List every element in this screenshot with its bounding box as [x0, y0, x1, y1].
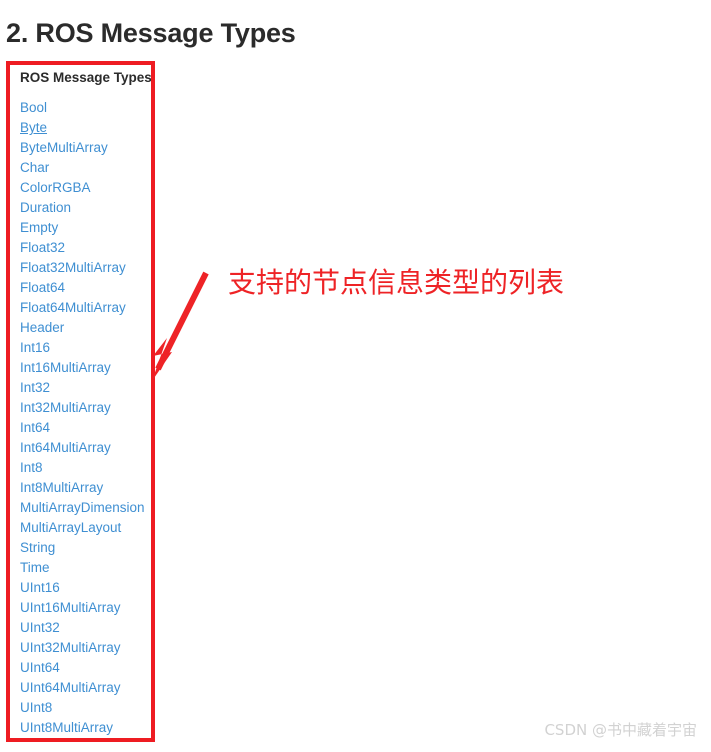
msg-type-link-empty[interactable]: Empty: [20, 220, 58, 235]
list-item: Int16: [20, 338, 151, 358]
msg-type-link-uint64[interactable]: UInt64: [20, 660, 60, 675]
msg-type-link-uint64multiarray[interactable]: UInt64MultiArray: [20, 680, 121, 695]
list-item: UInt16: [20, 578, 151, 598]
msg-type-link-multiarraydimension[interactable]: MultiArrayDimension: [20, 500, 145, 515]
list-item: UInt32: [20, 618, 151, 638]
list-item: Header: [20, 318, 151, 338]
msg-type-link-bytemultiarray[interactable]: ByteMultiArray: [20, 140, 108, 155]
list-item: UInt64MultiArray: [20, 678, 151, 698]
msg-type-link-byte[interactable]: Byte: [20, 120, 47, 135]
list-item: Int64: [20, 418, 151, 438]
list-item: Int8: [20, 458, 151, 478]
msg-type-link-header[interactable]: Header: [20, 320, 64, 335]
list-item: Int8MultiArray: [20, 478, 151, 498]
list-item: Empty: [20, 218, 151, 238]
msg-type-link-int32[interactable]: Int32: [20, 380, 50, 395]
msg-type-link-colorrgba[interactable]: ColorRGBA: [20, 180, 91, 195]
list-item: UInt64: [20, 658, 151, 678]
msg-type-link-int16multiarray[interactable]: Int16MultiArray: [20, 360, 111, 375]
msg-type-link-time[interactable]: Time: [20, 560, 50, 575]
msg-type-link-multiarraylayout[interactable]: MultiArrayLayout: [20, 520, 121, 535]
msg-type-link-int8[interactable]: Int8: [20, 460, 43, 475]
list-item: Time: [20, 558, 151, 578]
list-item: ByteMultiArray: [20, 138, 151, 158]
msg-type-link-char[interactable]: Char: [20, 160, 49, 175]
msg-panel-header: ROS Message Types: [20, 70, 151, 85]
msg-type-link-float64multiarray[interactable]: Float64MultiArray: [20, 300, 126, 315]
msg-type-link-uint16multiarray[interactable]: UInt16MultiArray: [20, 600, 121, 615]
list-item: Float64MultiArray: [20, 298, 151, 318]
list-item: Int16MultiArray: [20, 358, 151, 378]
annotation-caption: 支持的节点信息类型的列表: [228, 266, 565, 299]
msg-type-link-uint32multiarray[interactable]: UInt32MultiArray: [20, 640, 121, 655]
msg-type-link-float64[interactable]: Float64: [20, 280, 65, 295]
list-item: Int32MultiArray: [20, 398, 151, 418]
msg-type-link-bool[interactable]: Bool: [20, 100, 47, 115]
msg-type-link-uint8[interactable]: UInt8: [20, 700, 52, 715]
list-item: Float32: [20, 238, 151, 258]
msg-type-link-uint32[interactable]: UInt32: [20, 620, 60, 635]
list-item: Byte: [20, 118, 151, 138]
list-item: UInt16MultiArray: [20, 598, 151, 618]
msg-type-link-float32multiarray[interactable]: Float32MultiArray: [20, 260, 126, 275]
msg-type-link-int64multiarray[interactable]: Int64MultiArray: [20, 440, 111, 455]
list-item: ColorRGBA: [20, 178, 151, 198]
msg-type-link-string[interactable]: String: [20, 540, 55, 555]
list-item: Bool: [20, 98, 151, 118]
list-item: UInt8MultiArray: [20, 718, 151, 738]
watermark: CSDN @书中藏着宇宙: [544, 721, 697, 739]
list-item: Duration: [20, 198, 151, 218]
msg-type-link-int32multiarray[interactable]: Int32MultiArray: [20, 400, 111, 415]
msg-type-link-uint16[interactable]: UInt16: [20, 580, 60, 595]
list-item: Float64: [20, 278, 151, 298]
down-left-arrow-icon: [152, 271, 209, 381]
list-item: Int32: [20, 378, 151, 398]
page-title: 2. ROS Message Types: [6, 18, 296, 48]
msg-type-link-int16[interactable]: Int16: [20, 340, 50, 355]
msg-type-link-uint8multiarray[interactable]: UInt8MultiArray: [20, 720, 113, 735]
ros-message-type-list: Bool Byte ByteMultiArray Char ColorRGBA Durat…: [10, 87, 151, 738]
list-item: UInt8: [20, 698, 151, 718]
msg-type-link-int8multiarray[interactable]: Int8MultiArray: [20, 480, 103, 495]
list-item: MultiArrayLayout: [20, 518, 151, 538]
list-item: String: [20, 538, 151, 558]
msg-type-link-float32[interactable]: Float32: [20, 240, 65, 255]
msg-type-link-int64[interactable]: Int64: [20, 420, 50, 435]
list-item: UInt32MultiArray: [20, 638, 151, 658]
list-item: Int64MultiArray: [20, 438, 151, 458]
ros-message-types-panel: ROS Message Types Bool Byte ByteMultiArray…: [10, 65, 151, 738]
list-item: MultiArrayDimension: [20, 498, 151, 518]
msg-type-link-duration[interactable]: Duration: [20, 200, 71, 215]
list-item: Char: [20, 158, 151, 178]
list-item: Float32MultiArray: [20, 258, 151, 278]
